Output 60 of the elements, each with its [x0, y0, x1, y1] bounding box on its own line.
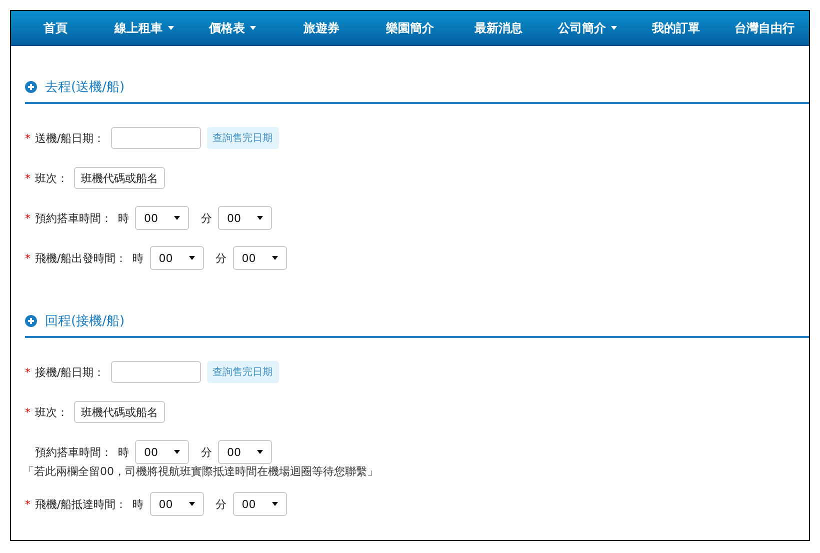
minute-label: 分	[216, 496, 227, 512]
dropdown[interactable]: 00	[135, 440, 189, 464]
field-label: 班次：	[35, 404, 68, 420]
minute-label: 分	[216, 250, 227, 266]
field-label: 飛機/船抵達時間：	[35, 496, 127, 512]
caret-icon	[174, 450, 180, 454]
field-label: 預約搭車時間：	[35, 210, 112, 226]
nav-item[interactable]: 首頁	[11, 11, 100, 45]
caret-icon	[188, 256, 195, 260]
field-label: 飛機/船出發時間：	[35, 250, 127, 266]
caret-icon	[250, 26, 256, 30]
dropdown[interactable]: 00	[135, 206, 189, 230]
flight-button[interactable]: 班機代碼或船名	[74, 167, 165, 189]
field-label: 班次：	[35, 170, 68, 186]
hour-label: 時	[132, 496, 144, 512]
required-mark: *	[25, 212, 32, 224]
caret-icon	[610, 26, 617, 30]
caret-icon	[188, 502, 195, 506]
dropdown[interactable]: 00	[218, 206, 272, 230]
nav-item[interactable]: 我的訂單	[632, 11, 720, 45]
field-label: 送機/船日期：	[35, 130, 105, 146]
nav-item[interactable]: 樂園簡介	[366, 11, 454, 45]
required-mark: *	[25, 406, 32, 418]
flight-button[interactable]: 班機代碼或船名	[74, 401, 165, 423]
caret-icon	[272, 256, 278, 260]
dropdown[interactable]: 00	[218, 440, 272, 464]
dropdown[interactable]: 00	[232, 246, 287, 270]
required-mark: *	[25, 366, 32, 378]
nav-item[interactable]: 台灣自由行	[720, 11, 809, 45]
hour-label: 時	[118, 444, 129, 460]
caret-icon	[257, 450, 263, 454]
nav-item[interactable]: 公司簡介	[543, 11, 632, 45]
required-mark: *	[25, 132, 32, 144]
caret-icon	[257, 216, 263, 220]
section-title: 去程(送機/船)	[45, 79, 125, 96]
plus-circle-icon	[25, 81, 37, 93]
dropdown[interactable]: 00	[150, 492, 204, 516]
caret-icon	[174, 216, 180, 220]
nav-item[interactable]: 線上租車	[100, 11, 188, 45]
plus-circle-icon	[25, 315, 37, 327]
required-mark: *	[25, 172, 32, 184]
required-mark: *	[25, 498, 32, 510]
caret-icon	[272, 502, 278, 506]
hour-label: 時	[132, 250, 144, 266]
minute-label: 分	[201, 210, 212, 226]
date-field[interactable]	[110, 361, 201, 383]
caret-icon	[168, 26, 174, 30]
nav-item[interactable]: 價格表	[188, 11, 278, 45]
nav-item[interactable]: 旅遊券	[277, 11, 366, 45]
field-label: 預約搭車時間：	[35, 444, 112, 460]
section-title: 回程(接機/船)	[45, 313, 125, 330]
note-text: 「若此兩欄全留00，司機將視航班實際抵達時間在機場迴圈等待您聯繫」	[23, 464, 379, 478]
field-label: 接機/船日期：	[35, 364, 105, 380]
nav-item[interactable]: 最新消息	[454, 11, 544, 45]
minute-label: 分	[201, 444, 212, 460]
dropdown[interactable]: 00	[232, 492, 287, 516]
dropdown[interactable]: 00	[150, 246, 204, 270]
required-mark: *	[25, 252, 32, 264]
hour-label: 時	[118, 210, 129, 226]
date-field[interactable]	[110, 127, 201, 149]
